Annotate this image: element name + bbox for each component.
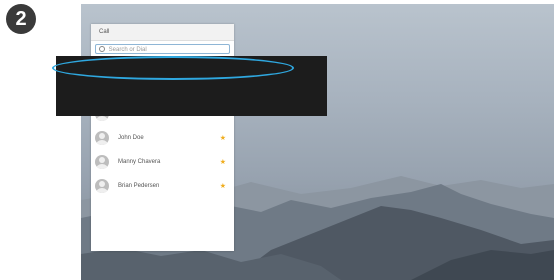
avatar	[95, 155, 109, 169]
contact-list: Adam Vudsen ★ John Doe ★ Manny Chavera ★…	[91, 102, 234, 198]
contact-name: Brian Pedersen	[118, 183, 160, 189]
contact-row[interactable]: Manny Chavera ★	[91, 150, 234, 174]
contact-name: John Doe	[118, 135, 144, 141]
contact-name: Manny Chavera	[118, 159, 161, 165]
avatar	[95, 179, 109, 193]
search-field-highlight	[52, 56, 294, 80]
search-placeholder: Search or Dial	[108, 47, 147, 53]
contact-row[interactable]: Brian Pedersen ★	[91, 174, 234, 198]
call-panel-title: Call	[91, 24, 234, 41]
step-number-badge: 2	[6, 4, 36, 34]
contact-row[interactable]: John Doe ★	[91, 126, 234, 150]
device-screen: Call Search or Dial Adam Vudsen ★ John D…	[81, 4, 554, 280]
favorite-star-icon: ★	[219, 183, 226, 190]
favorite-star-icon: ★	[219, 159, 226, 166]
search-icon	[99, 46, 105, 52]
avatar	[95, 131, 109, 145]
search-or-dial-input[interactable]: Search or Dial	[95, 44, 230, 54]
favorite-star-icon: ★	[219, 135, 226, 142]
